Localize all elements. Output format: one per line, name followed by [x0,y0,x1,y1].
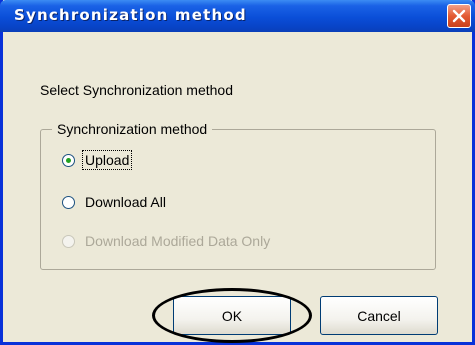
radio-button-download-modified [62,234,75,248]
dialog-title: Synchronization method [14,6,247,24]
radio-upload[interactable]: Upload [62,150,133,170]
radio-label-download-modified: Download Modified Data Only [85,233,271,249]
close-button[interactable] [447,4,471,28]
radio-label-upload[interactable]: Upload [81,150,133,170]
radio-button-upload[interactable] [62,153,75,167]
cancel-button[interactable]: Cancel [320,296,438,335]
groupbox-label: Synchronization method [52,121,213,137]
radio-download-modified: Download Modified Data Only [62,232,272,250]
prompt-text: Select Synchronization method [40,82,233,98]
radio-label-download-all[interactable]: Download All [83,193,168,211]
radio-button-download-all[interactable] [62,195,75,209]
radio-download-all[interactable]: Download All [62,193,168,211]
close-icon [452,9,466,23]
title-bar[interactable]: Synchronization method [0,0,475,32]
ok-button[interactable]: OK [173,296,291,335]
